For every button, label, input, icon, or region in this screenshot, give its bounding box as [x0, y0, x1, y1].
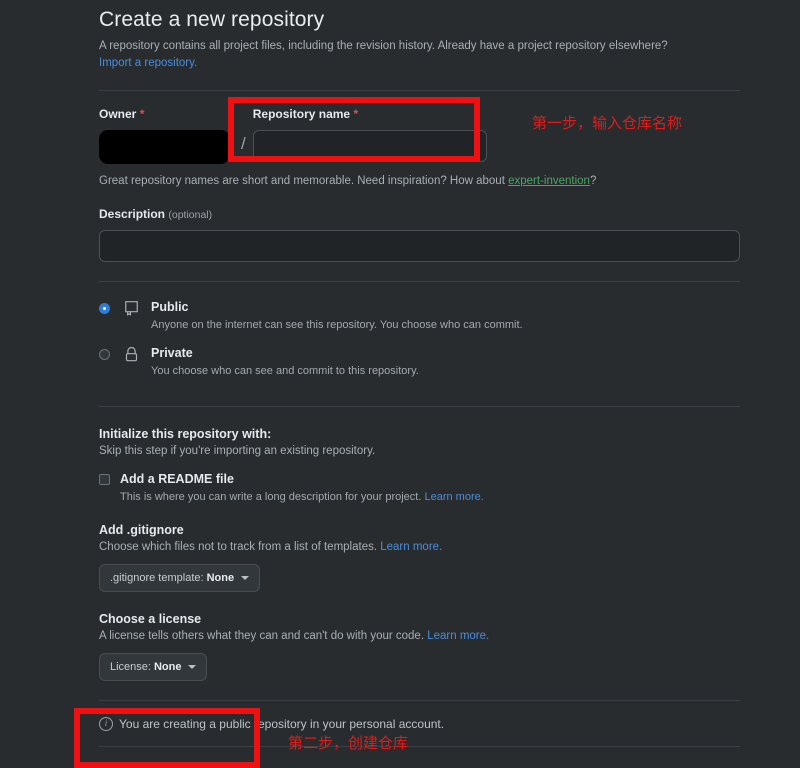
visibility-private-desc: You choose who can see and commit to thi… — [151, 365, 419, 377]
repository-name-label: Repository name * — [253, 107, 487, 121]
readme-learn-more-link[interactable]: Learn more. — [424, 491, 483, 503]
divider-footer — [99, 746, 740, 747]
gitignore-title: Add .gitignore — [99, 523, 184, 537]
license-desc: A license tells others what they can and… — [99, 630, 740, 642]
repository-name-label-text: Repository name — [252, 107, 351, 121]
repository-name-suggestion-link[interactable]: expert-invention — [508, 175, 590, 187]
public-repo-note-text: You are creating a public repository in … — [119, 717, 445, 731]
license-learn-more-link[interactable]: Learn more. — [427, 630, 489, 642]
radio-public[interactable] — [99, 303, 110, 314]
public-repo-note: i You are creating a public repository i… — [99, 717, 740, 731]
readme-label: Add a README file — [120, 472, 234, 486]
visibility-option-public[interactable]: Public Anyone on the internet can see th… — [99, 299, 740, 331]
chevron-down-icon — [188, 665, 197, 669]
divider-description — [99, 281, 740, 282]
owner-name-separator: / — [241, 134, 246, 153]
initialize-section: Initialize this repository with: Skip th… — [99, 427, 740, 503]
owner-value-redacted[interactable] — [99, 130, 230, 164]
gitignore-desc: Choose which files not to track from a l… — [99, 541, 740, 553]
license-section: Choose a license A license tells others … — [99, 612, 740, 681]
owner-required-mark: * — [139, 107, 145, 121]
repository-name-hint: Great repository names are short and mem… — [99, 175, 740, 187]
visibility-public-desc: Anyone on the internet can see this repo… — [151, 319, 523, 331]
gitignore-select-prefix: .gitignore template: — [110, 572, 204, 584]
gitignore-section: Add .gitignore Choose which files not to… — [99, 523, 740, 592]
repository-name-hint-prefix: Great repository names are short and mem… — [99, 175, 509, 187]
repository-name-required-mark: * — [353, 107, 359, 121]
chevron-down-icon — [241, 576, 250, 580]
initialize-title: Initialize this repository with: — [99, 427, 272, 441]
annotation-step-1-text: 第一步，输入仓库名称 — [532, 114, 683, 132]
repository-name-hint-suffix: ? — [589, 175, 597, 187]
import-repository-line: Import a repository. — [99, 57, 740, 69]
description-input[interactable] — [99, 230, 740, 262]
readme-checkbox[interactable] — [99, 474, 110, 485]
visibility-private-text: Private You choose who can see and commi… — [151, 345, 740, 377]
owner-field-group: Owner * — [99, 107, 236, 164]
page-subtitle: A repository contains all project files,… — [99, 40, 668, 52]
visibility-public-text: Public Anyone on the internet can see th… — [151, 299, 740, 331]
import-repository-link[interactable]: Import a repository. — [99, 57, 197, 69]
repository-name-input[interactable] — [252, 130, 487, 162]
license-desc-prefix: A license tells others what they can and… — [99, 630, 428, 642]
license-select-value: None — [153, 661, 182, 673]
gitignore-template-select[interactable]: .gitignore template: None — [99, 564, 261, 592]
divider-header — [99, 90, 740, 91]
initialize-desc: Skip this step if you're importing an ex… — [99, 445, 376, 457]
repository-name-field-group: Repository name * — [252, 107, 487, 162]
description-field-group: Description (optional) — [99, 207, 740, 262]
lock-icon — [125, 346, 138, 362]
visibility-private-title: Private — [151, 346, 193, 360]
create-repository-button[interactable]: Create repository — [99, 764, 228, 768]
description-label-text: Description — [99, 207, 166, 221]
readme-sub-text: This is where you can write a long descr… — [120, 491, 740, 503]
divider-visibility — [99, 406, 740, 407]
gitignore-desc-prefix: Choose which files not to track from a l… — [99, 541, 381, 553]
radio-private[interactable] — [99, 349, 110, 360]
license-title: Choose a license — [99, 612, 202, 626]
visibility-option-private[interactable]: Private You choose who can see and commi… — [99, 345, 740, 377]
owner-label: Owner * — [99, 107, 236, 121]
owner-label-text: Owner — [99, 107, 137, 121]
readme-checkbox-row[interactable]: Add a README file — [99, 472, 740, 486]
license-select-prefix: License: — [110, 661, 151, 673]
gitignore-learn-more-link[interactable]: Learn more. — [380, 541, 442, 553]
gitignore-select-value: None — [206, 572, 235, 584]
info-icon: i — [99, 717, 113, 731]
visibility-public-title: Public — [151, 300, 189, 314]
license-select[interactable]: License: None — [99, 653, 208, 681]
divider-license — [99, 700, 740, 701]
annotation-step-2-text: 第二步，创建仓库 — [288, 734, 409, 752]
create-repository-page: Create a new repository A repository con… — [0, 0, 800, 768]
readme-sub-prefix: This is where you can write a long descr… — [120, 491, 425, 503]
description-label: Description (optional) — [99, 207, 740, 221]
page-title: Create a new repository — [99, 8, 325, 31]
description-optional-text: (optional) — [168, 209, 213, 221]
repo-book-icon — [125, 301, 138, 316]
visibility-options: Public Anyone on the internet can see th… — [99, 299, 740, 377]
